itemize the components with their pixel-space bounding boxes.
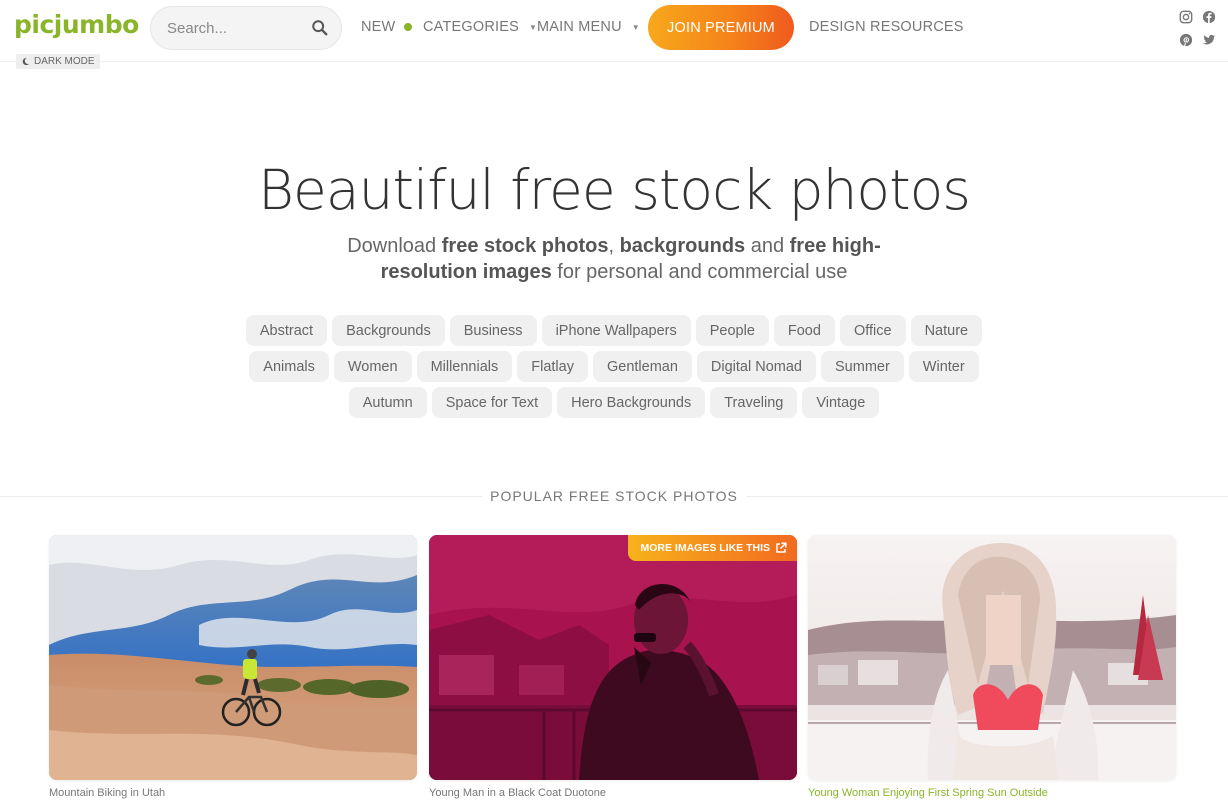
subtitle-text: for personal and commercial use: [551, 261, 848, 283]
photo-caption[interactable]: Mountain Biking in Utah: [49, 787, 165, 799]
nav-categories-label: CATEGORIES: [423, 19, 519, 35]
tag-chip[interactable]: Digital Nomad: [696, 351, 816, 382]
nav-main-menu-label: MAIN MENU: [537, 19, 622, 35]
tag-row-1: Abstract Backgrounds Business iPhone Wal…: [0, 315, 1228, 346]
subtitle-text: ,: [608, 235, 620, 257]
more-images-label: MORE IMAGES LIKE THIS: [640, 542, 770, 554]
tag-chip[interactable]: Vintage: [802, 387, 880, 418]
site-header: picjumbo NEW CATEGORIES ▼ MAIN MENU ▼ JO…: [0, 0, 1228, 69]
tag-chip[interactable]: Abstract: [245, 315, 328, 346]
photo-card[interactable]: [808, 535, 1176, 780]
tag-chip[interactable]: Business: [449, 315, 537, 346]
tag-row-2: Animals Women Millennials Flatlay Gentle…: [0, 351, 1228, 382]
tag-chip[interactable]: People: [695, 315, 769, 346]
tag-row-3: Autumn Space for Text Hero Backgrounds T…: [0, 387, 1228, 418]
external-link-icon: [776, 542, 787, 553]
photo-mountain-biking: [49, 535, 417, 780]
subtitle-bold: backgrounds: [619, 235, 746, 257]
twitter-icon[interactable]: [1202, 33, 1216, 47]
subtitle-text: Download: [347, 235, 442, 257]
more-images-like-this-button[interactable]: MORE IMAGES LIKE THIS: [628, 535, 797, 561]
tag-chip[interactable]: Summer: [821, 351, 904, 382]
nav-design-resources-label: DESIGN RESOURCES: [809, 19, 964, 35]
dark-mode-toggle[interactable]: DARK MODE: [16, 54, 100, 69]
tag-chip[interactable]: Backgrounds: [332, 315, 445, 346]
join-premium-button[interactable]: JOIN PREMIUM: [648, 5, 794, 50]
hero-title: Beautiful free stock photos: [258, 158, 971, 222]
moon-icon: [22, 57, 30, 66]
nav-categories[interactable]: CATEGORIES ▼: [423, 19, 537, 35]
nav-new-label: NEW: [361, 19, 396, 35]
search-box[interactable]: [150, 6, 342, 50]
caret-down-icon: ▼: [631, 22, 640, 32]
tag-chip[interactable]: Nature: [910, 315, 983, 346]
pinterest-icon[interactable]: [1179, 33, 1193, 47]
facebook-icon[interactable]: [1202, 10, 1216, 24]
photo-caption[interactable]: Young Woman Enjoying First Spring Sun Ou…: [808, 787, 1048, 799]
tag-chip[interactable]: Winter: [908, 351, 979, 382]
tag-chip[interactable]: Autumn: [348, 387, 427, 418]
new-indicator-dot: [404, 23, 413, 31]
site-logo[interactable]: picjumbo: [14, 10, 139, 39]
nav-design-resources[interactable]: DESIGN RESOURCES: [809, 19, 964, 35]
dark-mode-label: DARK MODE: [34, 56, 95, 67]
tag-chip[interactable]: iPhone Wallpapers: [541, 315, 691, 346]
photo-young-woman-spring-sun: [808, 535, 1176, 780]
tag-chip[interactable]: Women: [333, 351, 412, 382]
search-icon[interactable]: [311, 19, 329, 37]
tag-chip[interactable]: Hero Backgrounds: [557, 387, 706, 418]
caret-down-icon: ▼: [529, 22, 538, 32]
tag-chip[interactable]: Office: [839, 315, 906, 346]
tag-chip[interactable]: Flatlay: [517, 351, 588, 382]
tag-chip[interactable]: Gentleman: [592, 351, 692, 382]
photo-caption[interactable]: Young Man in a Black Coat Duotone: [429, 787, 606, 799]
search-input[interactable]: [167, 19, 307, 37]
section-title: POPULAR FREE STOCK PHOTOS: [490, 488, 738, 504]
photo-card[interactable]: MORE IMAGES LIKE THIS: [429, 535, 797, 780]
subtitle-bold: free stock photos: [441, 235, 609, 257]
tag-chip[interactable]: Food: [773, 315, 835, 346]
hero-subtitle: Download free stock photos, backgrounds …: [330, 233, 898, 285]
tag-chip[interactable]: Millennials: [416, 351, 513, 382]
instagram-icon[interactable]: [1179, 10, 1193, 24]
photo-young-man-duotone: [429, 535, 797, 780]
tag-chip[interactable]: Animals: [249, 351, 329, 382]
tag-chip[interactable]: Traveling: [710, 387, 798, 418]
nav-new[interactable]: NEW: [361, 19, 413, 35]
subtitle-text: and: [745, 235, 790, 257]
nav-main-menu[interactable]: MAIN MENU ▼: [537, 19, 640, 35]
photo-card[interactable]: [49, 535, 417, 780]
tag-chip[interactable]: Space for Text: [431, 387, 553, 418]
